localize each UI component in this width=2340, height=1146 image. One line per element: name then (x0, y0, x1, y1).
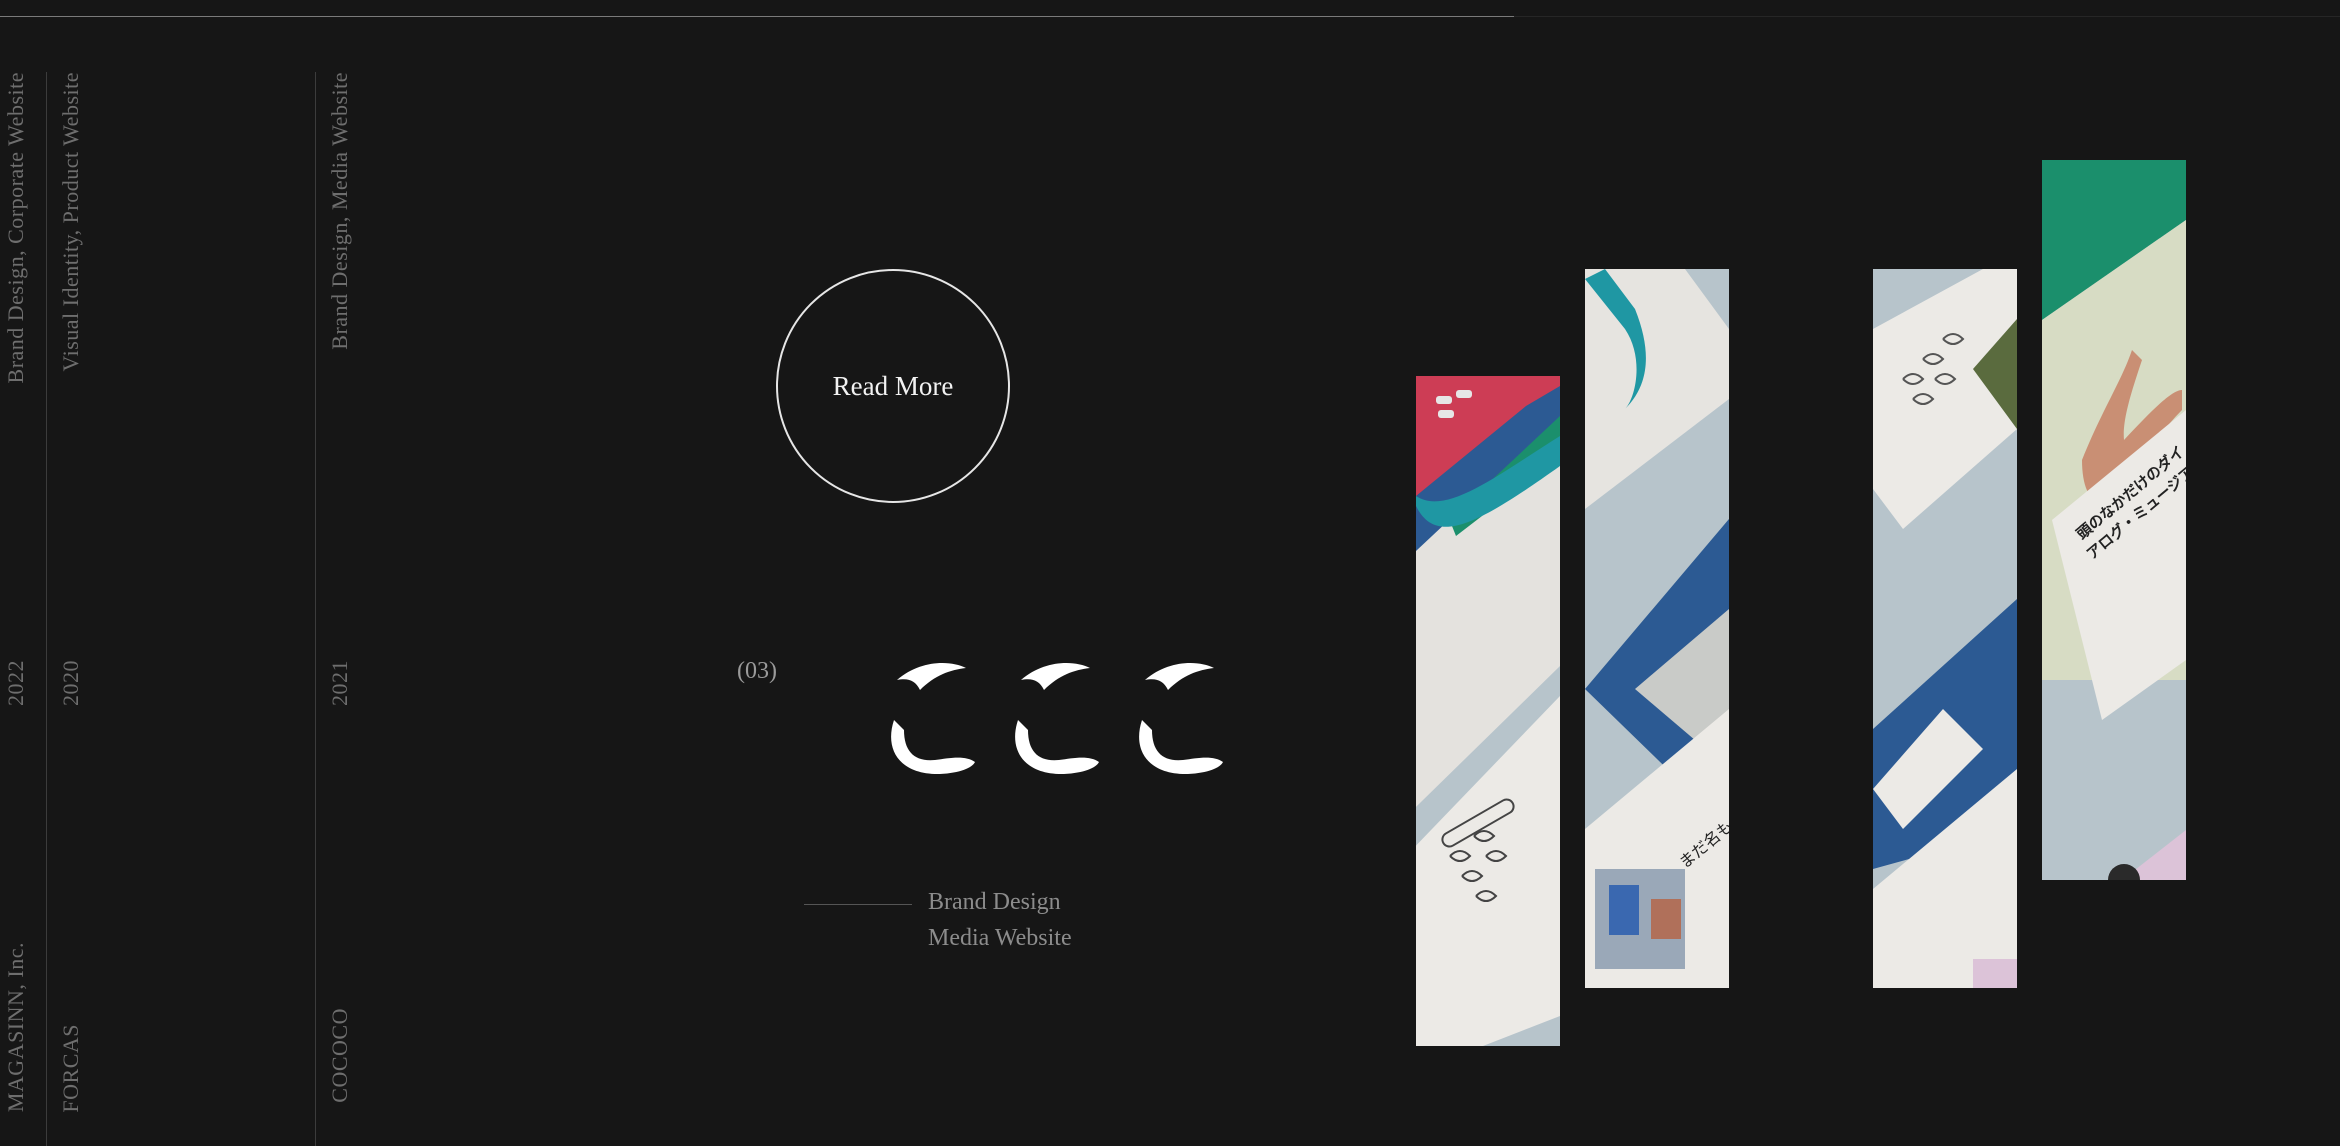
project-client: FORCAS (58, 1024, 83, 1113)
gallery-strip-2: まだ名も (1585, 269, 1729, 988)
scroll-progress-bar (0, 16, 2340, 17)
project-year: 2020 (58, 660, 83, 706)
read-more-button[interactable]: Read More (776, 269, 1010, 503)
project-categories: Brand Design, Media Website (327, 72, 352, 350)
project-year: 2021 (327, 660, 352, 706)
feature-categories: Brand Design Media Website (928, 884, 1072, 956)
gallery-strip-1 (1416, 376, 1560, 1046)
project-year: 2022 (3, 660, 28, 706)
cococo-logo (891, 663, 1223, 775)
feature-category-2: Media Website (928, 925, 1072, 951)
column-divider (315, 72, 316, 1146)
project-categories: Visual Identity, Product Website (58, 72, 83, 372)
column-divider (46, 72, 47, 1146)
category-divider (804, 904, 912, 905)
read-more-label: Read More (832, 370, 954, 401)
project-client: COCOCO (327, 1008, 352, 1103)
feature-category-1: Brand Design (928, 889, 1061, 915)
project-index: (03) (737, 658, 777, 684)
project-client: MAGASINN, Inc. (3, 942, 28, 1113)
gallery-strip-3 (1873, 269, 2017, 988)
project-categories: Brand Design, Corporate Website (3, 72, 28, 384)
gallery-strip-4: 頭のなかだけのダイ アログ・ミュージア (2042, 160, 2186, 880)
scroll-progress-fill (0, 16, 1514, 17)
